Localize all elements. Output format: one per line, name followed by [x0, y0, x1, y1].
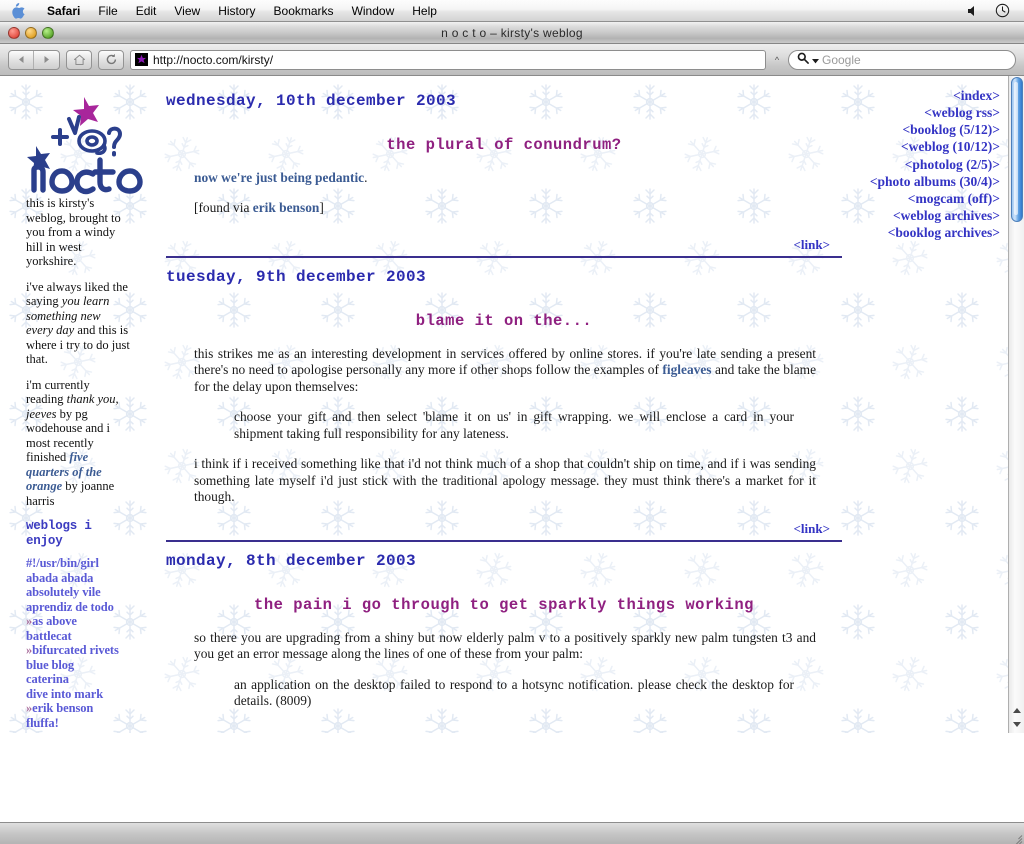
weblog-label-7: blue blog — [26, 657, 75, 672]
figleaves-link[interactable]: figleaves — [662, 362, 711, 377]
scroll-arrows — [1010, 703, 1024, 731]
weblog-link-7[interactable]: blue blog — [26, 658, 152, 673]
volume-icon[interactable] — [967, 5, 981, 17]
weblog-link-11[interactable]: fluffa! — [26, 716, 152, 731]
chevron-icon[interactable]: ^ — [772, 55, 782, 65]
post-paragraph: so there you are upgrading from a shiny … — [194, 629, 816, 662]
nocto-logo[interactable] — [22, 90, 150, 196]
permalink-row: <link> — [166, 236, 842, 254]
weblog-link-8[interactable]: caterina — [26, 672, 152, 687]
purple-star-favicon — [135, 53, 148, 66]
menu-item-safari[interactable]: Safari — [38, 0, 89, 22]
menu-item-history[interactable]: History — [209, 0, 264, 22]
scroll-up-arrow-icon[interactable] — [1010, 703, 1024, 717]
found-via-prefix: [found via — [194, 200, 253, 215]
page-viewport: this is kirsty's weblog, brought to you … — [0, 76, 1024, 844]
menu-item-edit[interactable]: Edit — [127, 0, 166, 22]
page-content-area: this is kirsty's weblog, brought to you … — [0, 76, 1008, 733]
permalink-row: <link> — [166, 520, 842, 538]
post-lead-link[interactable]: now we're just being pedantic — [194, 170, 364, 185]
post-date-heading: tuesday, 9th december 2003 — [166, 268, 427, 286]
weblog-label-4: as above — [32, 614, 77, 628]
resize-grip[interactable] — [1009, 829, 1023, 844]
window-title-bar[interactable]: n o c t o – kirsty's weblog — [0, 22, 1024, 44]
vertical-scrollbar[interactable] — [1008, 76, 1024, 733]
weblog-label-9: dive into mark — [26, 686, 104, 701]
weblog-link-3[interactable]: aprendiz de todo — [26, 600, 152, 615]
back-arrow-icon[interactable] — [9, 50, 35, 69]
menu-item-bookmarks[interactable]: Bookmarks — [265, 0, 343, 22]
permalink[interactable]: <link> — [794, 521, 831, 536]
search-magnifier-icon — [797, 51, 809, 69]
weblog-label-0: #!/usr/bin/girl — [26, 556, 99, 570]
weblog-label-3: aprendiz de todo — [26, 599, 114, 614]
weblog-link-10[interactable]: »erik benson — [26, 701, 152, 716]
post-title: the plural of conundrum? — [386, 136, 622, 154]
post-title: blame it on the... — [415, 312, 593, 330]
post-paragraph: this strikes me as an interesting develo… — [166, 346, 842, 395]
scroll-down-arrow-icon[interactable] — [1010, 717, 1024, 731]
found-via-link[interactable]: erik benson — [253, 200, 320, 215]
post-lead-tail: . — [364, 170, 368, 185]
search-placeholder: Google — [822, 52, 861, 67]
address-bar[interactable]: http://nocto.com/kirsty/ — [130, 49, 766, 70]
post-paragraph: i think if i received something like tha… — [194, 456, 816, 505]
nav-buttons[interactable] — [8, 49, 60, 70]
menu-item-help[interactable]: Help — [403, 0, 446, 22]
reload-icon[interactable] — [98, 49, 124, 70]
post-entry: wednesday, 10th december 2003 the plural… — [166, 92, 842, 258]
menu-item-file[interactable]: File — [89, 0, 126, 22]
menu-item-view[interactable]: View — [165, 0, 209, 22]
weblog-label-8: caterina — [26, 672, 69, 686]
main-column: wednesday, 10th december 2003 the plural… — [166, 76, 842, 724]
weblog-link-5[interactable]: battlecat — [26, 629, 152, 644]
menu-item-window[interactable]: Window — [343, 0, 404, 22]
home-icon[interactable] — [66, 49, 92, 70]
post-blockquote: choose your gift and then select 'blame … — [234, 409, 794, 441]
post-title: the pain i go through to get sparkly thi… — [254, 595, 754, 614]
sidebar-intro: this is kirsty's weblog, brought to you … — [26, 196, 121, 268]
clock-icon[interactable] — [995, 3, 1010, 18]
window-bottom-bar — [0, 822, 1024, 844]
post-blockquote: an application on the desktop failed to … — [234, 676, 794, 709]
weblog-link-1[interactable]: abada abada — [26, 571, 152, 586]
weblogs-list: #!/usr/bin/girl abada abada absolutely v… — [26, 556, 152, 730]
post-date-heading: wednesday, 10th december 2003 — [166, 92, 457, 110]
weblog-label-6: bifurcated rivets — [32, 643, 119, 657]
weblog-label-5: battlecat — [26, 628, 72, 643]
weblog-label-2: absolutely vile — [26, 585, 101, 599]
post-entry: tuesday, 9th december 2003 blame it on t… — [166, 268, 842, 542]
weblog-link-9[interactable]: dive into mark — [26, 687, 152, 702]
window-title: n o c t o – kirsty's weblog — [441, 25, 583, 40]
left-sidebar: this is kirsty's weblog, brought to you … — [0, 76, 160, 730]
weblog-label-1: abada abada — [26, 570, 94, 585]
sidebar-saying: i've always liked the saying you learn s… — [26, 280, 130, 367]
post-date-heading: monday, 8th december 2003 — [166, 551, 417, 570]
post-divider — [166, 539, 842, 542]
scroll-thumb[interactable] — [1011, 77, 1023, 222]
address-bar-url: http://nocto.com/kirsty/ — [153, 52, 274, 67]
weblog-link-2[interactable]: absolutely vile — [26, 585, 152, 600]
scroll-thumb-gloss — [1014, 82, 1018, 215]
post-divider — [166, 256, 842, 258]
safari-browser-window: n o c t o – kirsty's weblog http://nocto… — [0, 22, 1024, 844]
sidebar-reading: i'm currently reading thank you, jeeves … — [26, 378, 130, 509]
post-entry: monday, 8th december 2003 the pain i go … — [166, 552, 842, 710]
search-input[interactable]: Google — [788, 49, 1016, 70]
forward-arrow-icon[interactable] — [34, 51, 59, 69]
post-found-via: [found via erik benson] — [166, 200, 842, 216]
weblog-link-0[interactable]: #!/usr/bin/girl — [26, 556, 152, 571]
search-dropdown-icon[interactable] — [812, 51, 819, 69]
weblog-link-4[interactable]: »as above — [26, 614, 152, 629]
apple-menu-icon[interactable] — [11, 2, 25, 19]
weblogs-heading: weblogs i enjoy — [26, 519, 92, 548]
post-lead: now we're just being pedantic. — [166, 170, 842, 186]
weblog-label-10: erik benson — [32, 701, 94, 715]
mac-menu-bar: Safari File Edit View History Bookmarks … — [0, 0, 1024, 22]
browser-toolbar: http://nocto.com/kirsty/ ^ Google — [0, 44, 1024, 76]
permalink[interactable]: <link> — [794, 237, 831, 252]
found-via-suffix: ] — [319, 200, 324, 215]
weblog-link-6[interactable]: »bifurcated rivets — [26, 643, 152, 658]
weblog-label-11: fluffa! — [26, 715, 59, 730]
